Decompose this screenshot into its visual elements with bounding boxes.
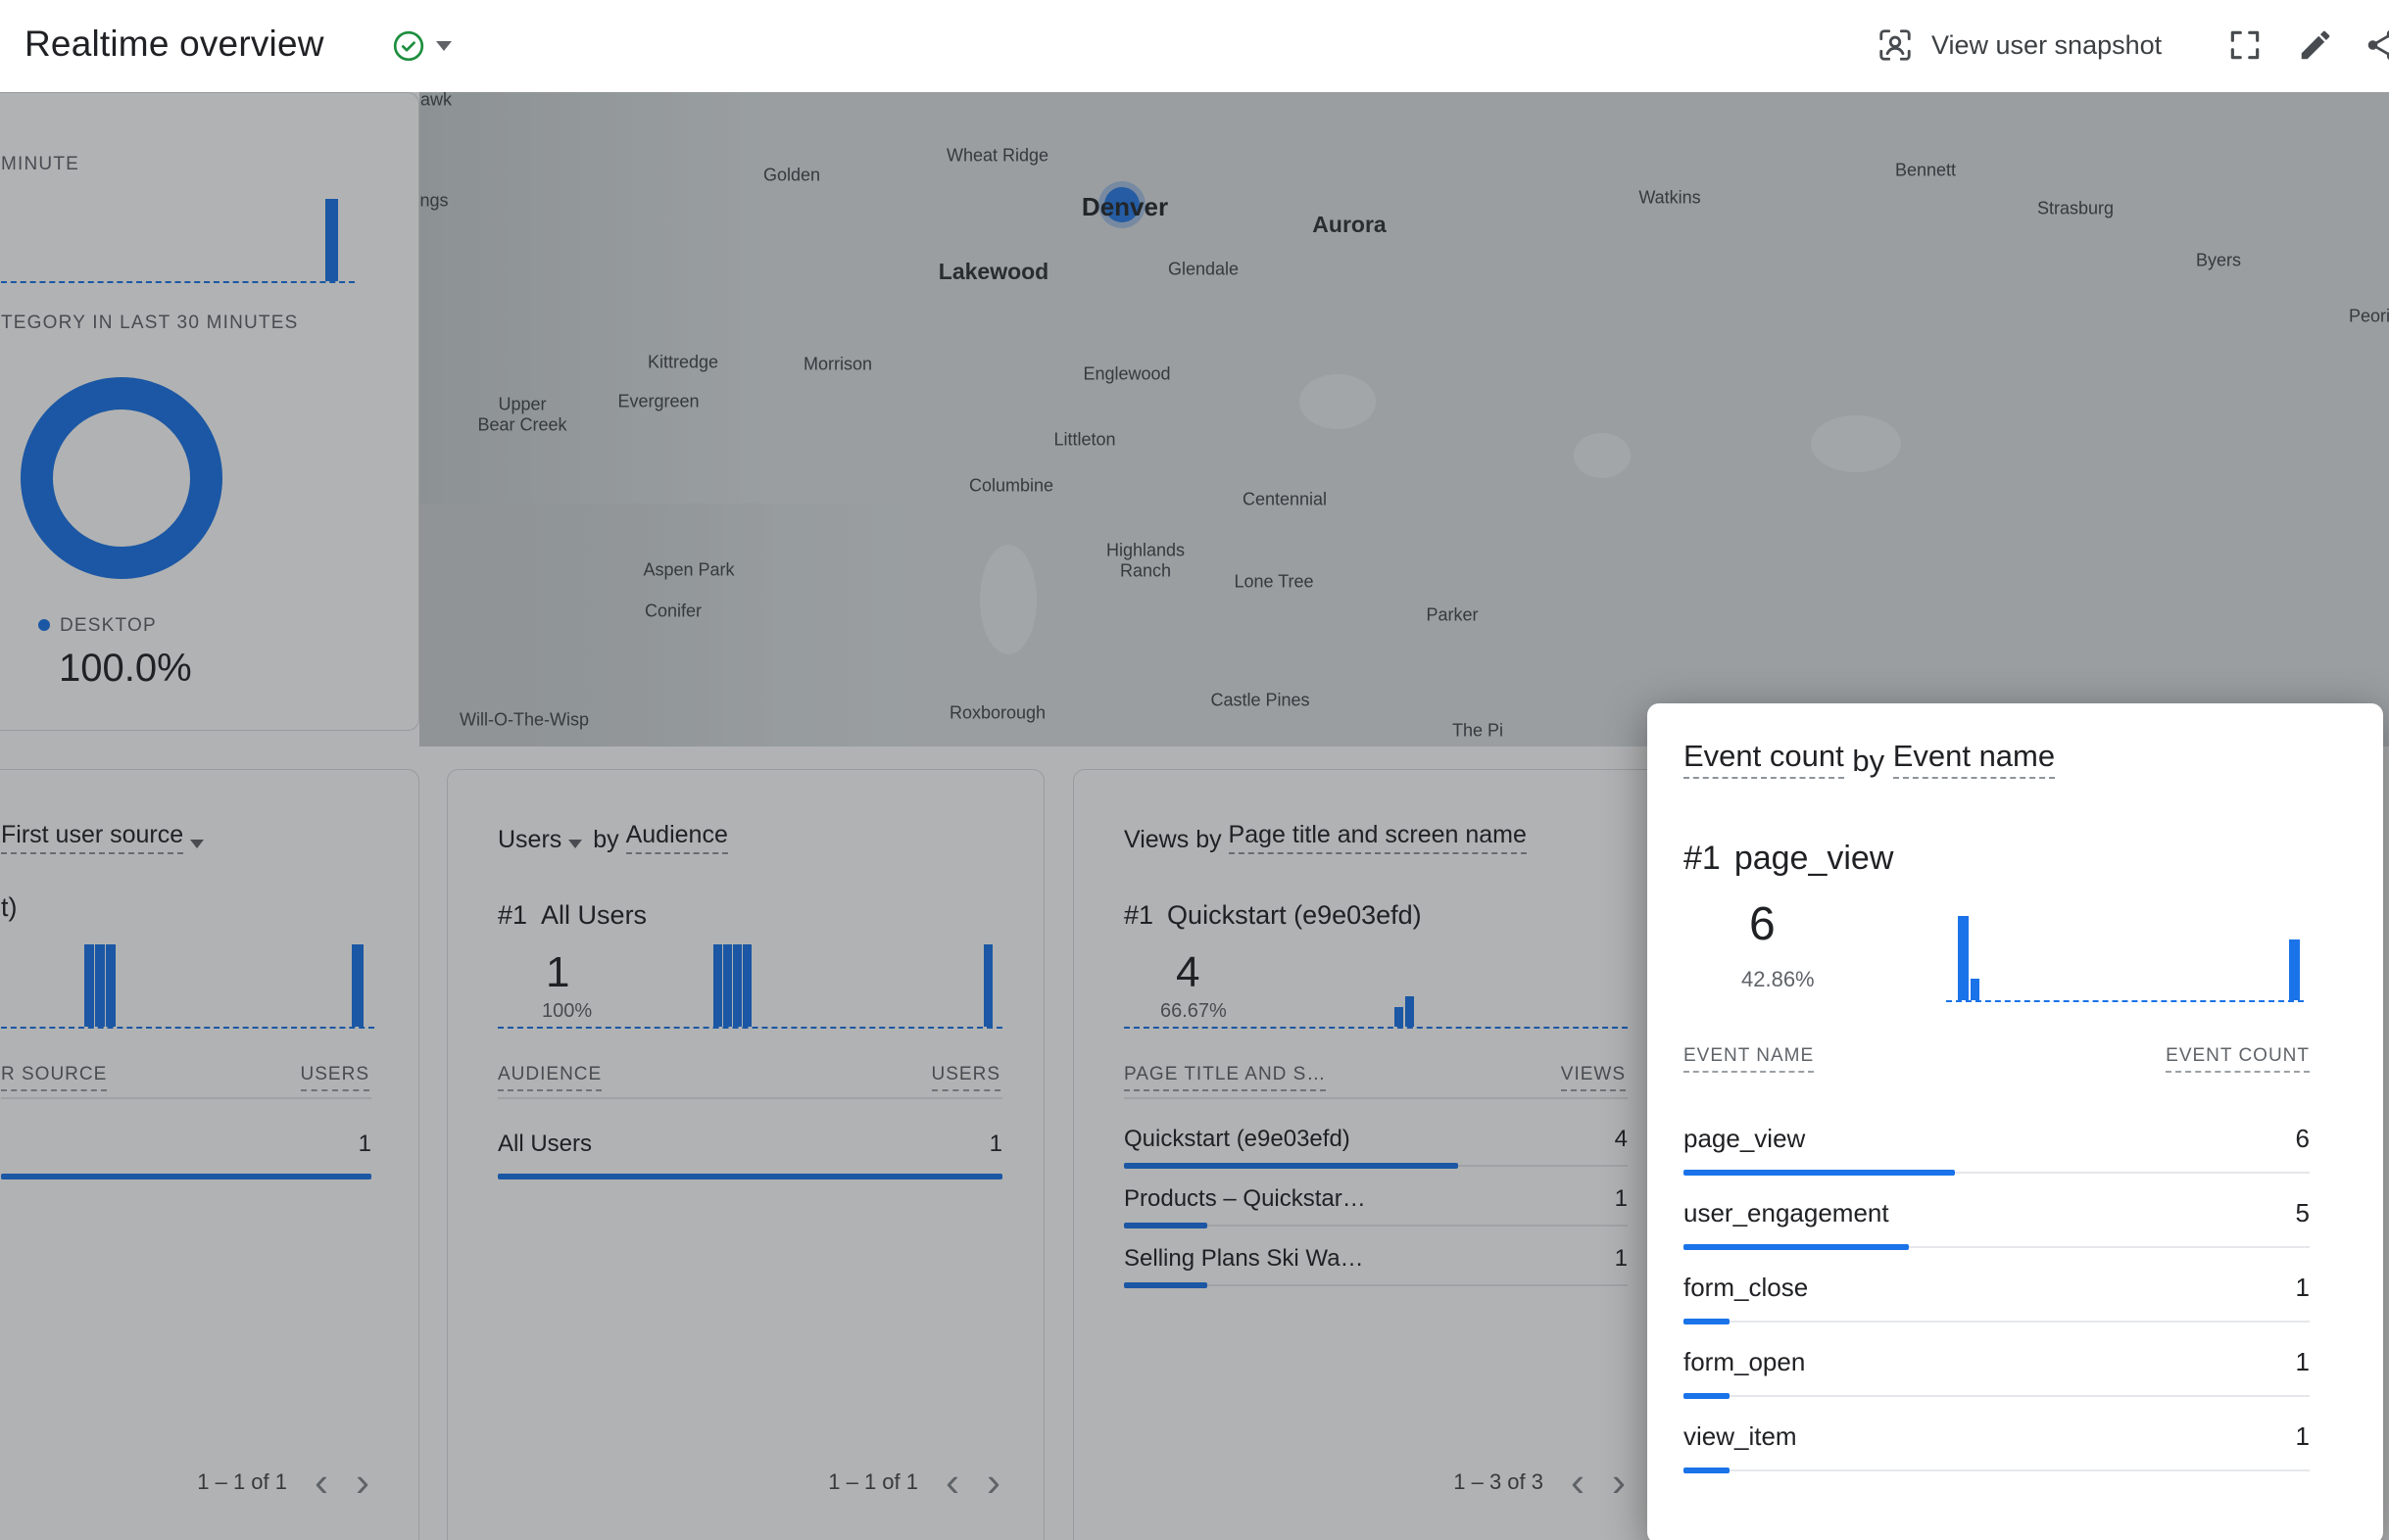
row-bar-track (1683, 1468, 2310, 1473)
rank-label: #1 (1683, 840, 1721, 877)
row-label: view_item (1683, 1421, 1797, 1452)
share-button[interactable] (2364, 26, 2389, 64)
row-bar (1683, 1468, 1730, 1473)
view-user-snapshot-button[interactable]: View user snapshot (1877, 26, 2162, 64)
dimension-selector[interactable]: Event name (1893, 739, 2055, 779)
status-badge[interactable] (391, 28, 452, 64)
metric-selector[interactable]: Event count (1683, 739, 1844, 779)
fullscreen-icon (2226, 26, 2264, 64)
table-row: page_view 6 (1683, 1101, 2310, 1176)
big-metric-percent: 42.86% (1741, 967, 1815, 992)
edit-icon (2297, 26, 2334, 64)
user-snapshot-icon (1877, 26, 1914, 64)
big-metric-value: 6 (1749, 897, 1776, 951)
data-table: page_view6user_engagement5form_close1for… (1683, 1101, 2310, 1473)
row-value: 6 (2296, 1124, 2310, 1154)
card-title: Event count by Event name (1683, 739, 2055, 779)
spark-bar (1958, 916, 1969, 1000)
page-title: Realtime overview (24, 24, 324, 65)
spark-bar (1971, 979, 1979, 1000)
view-user-snapshot-label: View user snapshot (1931, 30, 2162, 61)
title-joiner: by (1844, 744, 1893, 779)
table-row: user_engagement 5 (1683, 1176, 2310, 1250)
row-label: form_close (1683, 1273, 1808, 1303)
sparkline-chart (1946, 904, 2304, 1002)
column-header-dimension: EVENT NAME (1683, 1045, 1814, 1073)
row-value: 1 (2296, 1421, 2310, 1452)
table-row: view_item 1 (1683, 1399, 2310, 1473)
check-circle-icon (391, 28, 426, 64)
column-header-metric: EVENT COUNT (2166, 1045, 2310, 1073)
top-item-name: page_view (1734, 840, 1894, 877)
row-value: 1 (2296, 1273, 2310, 1303)
fullscreen-button[interactable] (2226, 26, 2264, 64)
share-icon (2364, 26, 2389, 64)
chevron-down-icon (436, 41, 452, 51)
card-event-count: Event count by Event name #1page_view 6 … (1647, 703, 2383, 1540)
row-label: page_view (1683, 1124, 1805, 1154)
row-label: user_engagement (1683, 1198, 1889, 1228)
realtime-overview-page: awkngsGoldenWheat RidgeDenverAuroraWatki… (0, 0, 2389, 1540)
table-row: form_open 1 (1683, 1324, 2310, 1399)
header-bar: Realtime overview View user snapshot (0, 0, 2389, 92)
row-value: 5 (2296, 1198, 2310, 1228)
top-item-line: #1 page_view (1683, 840, 1893, 878)
spark-bar (2289, 939, 2300, 1000)
edit-button[interactable] (2297, 26, 2334, 64)
table-row: form_close 1 (1683, 1250, 2310, 1324)
row-value: 1 (2296, 1347, 2310, 1377)
row-label: form_open (1683, 1347, 1805, 1377)
